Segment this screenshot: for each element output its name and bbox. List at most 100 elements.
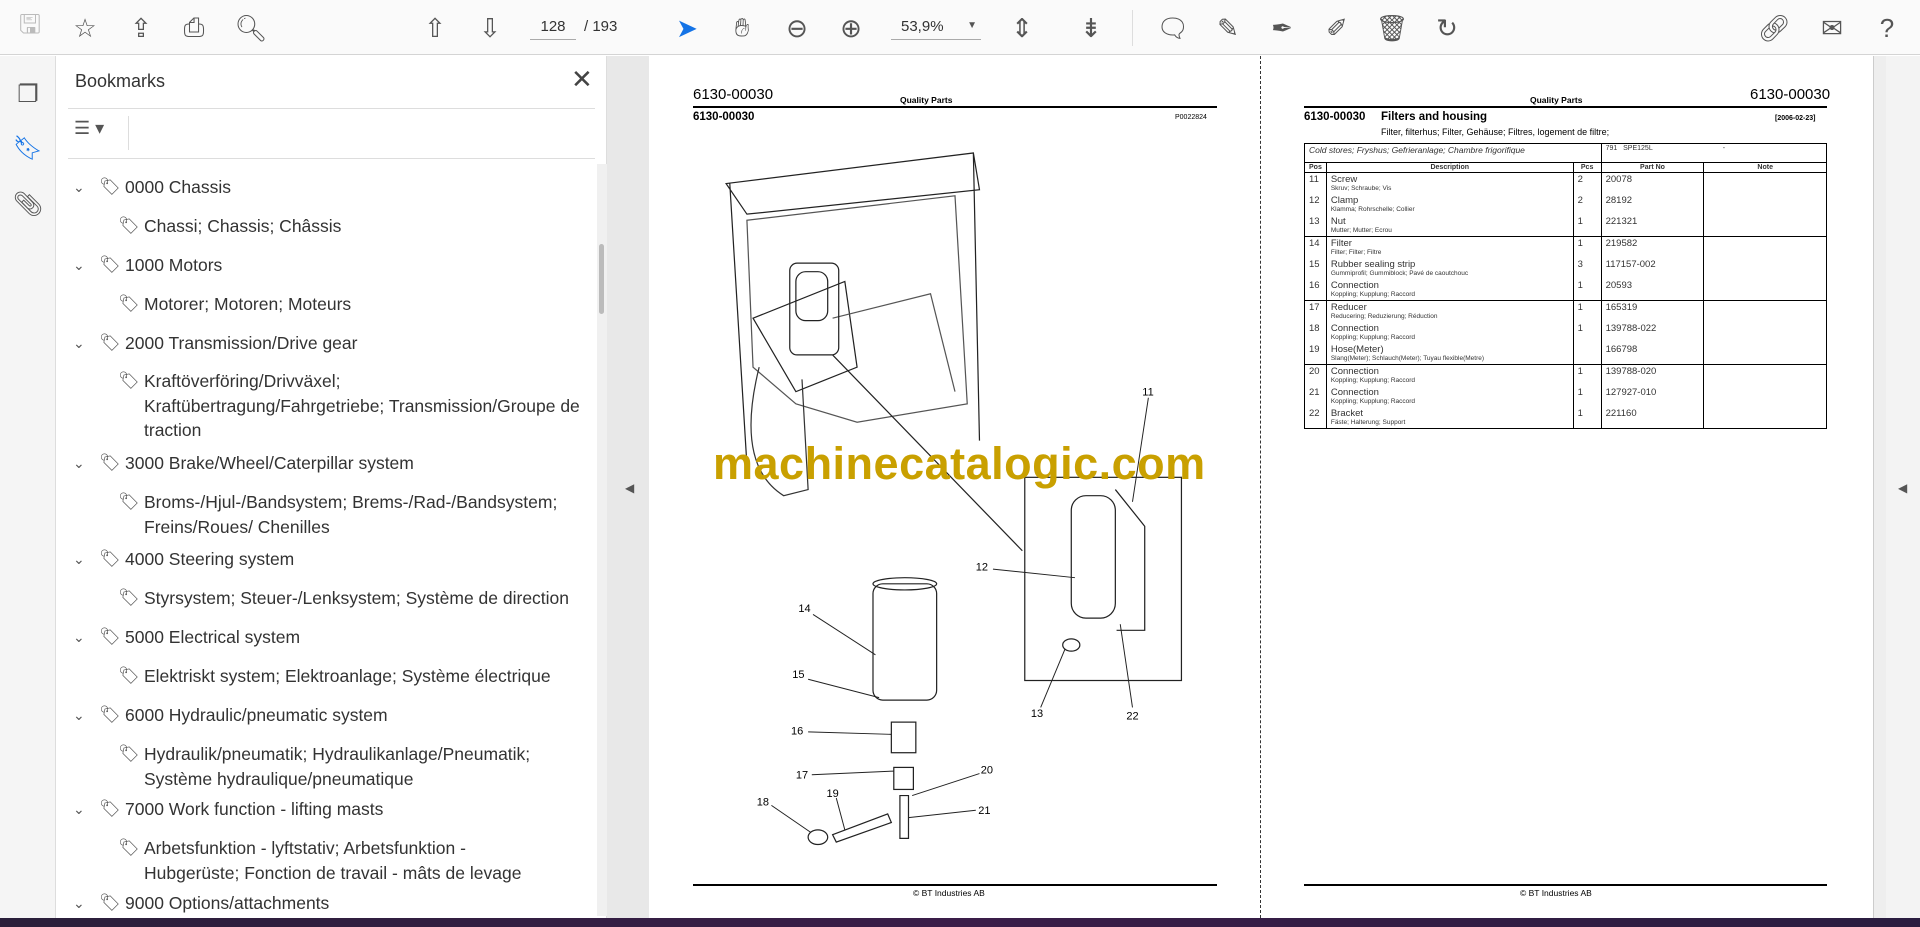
find-icon[interactable]: 🔍︎: [233, 10, 269, 46]
collapse-left-icon[interactable]: ◀: [625, 481, 634, 495]
bookmark-item[interactable]: ⌄ 🏷︎ 6000 Hydraulic/pneumatic system: [73, 703, 388, 728]
highlight-icon[interactable]: ✎: [1210, 10, 1246, 46]
bookmark-label: 6000 Hydraulic/pneumatic system: [125, 705, 388, 725]
callout-16: 16: [791, 725, 803, 737]
left-page-footer: © BT Industries AB: [913, 888, 985, 898]
chevron-down-icon[interactable]: ⌄: [73, 451, 85, 476]
help-icon[interactable]: ?: [1869, 10, 1905, 46]
bookmark-options-button[interactable]: ☰ ▾: [74, 118, 104, 139]
callout-19: 19: [826, 788, 838, 800]
share-link-icon[interactable]: 🔗︎: [1756, 10, 1792, 46]
bookmarks-scrollbar[interactable]: [597, 164, 607, 916]
bookmark-item[interactable]: 🏷︎ Kraftöverföring/Drivväxel; Kraftübertra…: [118, 369, 580, 443]
print-icon[interactable]: ⎙: [176, 10, 212, 46]
bookmark-star-icon[interactable]: ☆: [67, 10, 103, 46]
bookmark-item[interactable]: 🏷︎ Styrsystem; Steuer-/Lenksystem; Systèm…: [118, 586, 569, 611]
pages-icon[interactable]: ❐: [12, 78, 44, 110]
bookmark-label: Freins/Roues/ Chenilles: [144, 516, 330, 537]
bookmark-label: Système hydraulique/pneumatique: [144, 768, 414, 789]
save-icon[interactable]: 🖫: [12, 9, 48, 46]
document-scrollbar[interactable]: [1873, 56, 1886, 918]
comment-icon[interactable]: 🗨︎: [1155, 10, 1191, 46]
bookmark-item[interactable]: ⌄ 🏷︎ 5000 Electrical system: [73, 625, 300, 650]
bookmark-item[interactable]: ⌄ 🏷︎ 9000 Options/attachments: [73, 891, 329, 916]
bookmark-item[interactable]: 🏷︎ Motorer; Motoren; Moteurs: [118, 292, 352, 317]
cell-note: [1703, 279, 1827, 301]
callout-13: 13: [1031, 708, 1043, 720]
bookmark-item[interactable]: ⌄ 🏷︎ 0000 Chassis: [73, 175, 231, 200]
delete-icon[interactable]: 🗑︎: [1374, 10, 1410, 46]
bookmark-item[interactable]: 🏷︎ Chassi; Chassis; Châssis: [118, 214, 341, 239]
bookmark-item[interactable]: ⌄ 🏷︎ 1000 Motors: [73, 253, 223, 278]
section-subtitle: Filter, filterhus; Filter, Gehäuse; Filt…: [1381, 127, 1610, 137]
bookmarks-icon[interactable]: 🔖︎: [12, 132, 44, 164]
chevron-down-icon[interactable]: ⌄: [73, 253, 85, 278]
cell-pcs: 2: [1572, 172, 1602, 194]
hand-icon[interactable]: ✋︎: [724, 10, 760, 46]
expand-right-icon[interactable]: ◀: [1898, 481, 1907, 495]
table-row: 12 Clamp Klamma; Rohrschelle; Collier 2 2819…: [1304, 194, 1827, 215]
select-cursor-icon[interactable]: ➤: [669, 10, 705, 46]
upload-icon[interactable]: ⇪: [123, 10, 159, 46]
right-panel-toggle[interactable]: ◀: [1886, 56, 1920, 918]
fit-page-icon[interactable]: ⇕: [1004, 10, 1040, 46]
bookmark-item[interactable]: 🏷︎ Hydraulik/pneumatik; Hydraulikanlage/P…: [118, 742, 531, 791]
bookmark-label: Motorer; Motoren; Moteurs: [144, 294, 352, 314]
part-translations: Koppling; Kupplung; Raccord: [1330, 377, 1416, 384]
page-up-icon[interactable]: ⇧: [417, 10, 453, 46]
part-name: Filter: [1330, 238, 1352, 249]
cell-description: Rubber sealing strip Gummiprofil; Gummibl…: [1325, 258, 1574, 279]
bookmark-item[interactable]: 🏷︎ Broms-/Hjul-/Bandsystem; Brems-/Rad-/B…: [118, 490, 557, 539]
bookmark-icon: 🏷︎: [99, 177, 121, 196]
zoom-out-icon[interactable]: ⊖: [779, 10, 815, 46]
panel-splitter[interactable]: ◀: [607, 56, 649, 918]
bookmark-label: 1000 Motors: [125, 255, 223, 275]
bookmark-item[interactable]: 🏷︎ Arbetsfunktion - lyftstativ; Arbetsfun…: [118, 836, 521, 885]
chevron-down-icon[interactable]: ⌄: [73, 625, 85, 650]
attachment-icon[interactable]: 📎︎: [12, 188, 44, 220]
zoom-in-icon[interactable]: ⊕: [833, 10, 869, 46]
bookmark-item[interactable]: ⌄ 🏷︎ 2000 Transmission/Drive gear: [73, 331, 357, 356]
cell-pos: 12: [1304, 194, 1327, 215]
cell-part-no: 139788-020: [1600, 364, 1705, 386]
cell-description: Clamp Klamma; Rohrschelle; Collier: [1325, 194, 1574, 215]
sign-icon[interactable]: ✒︎: [1264, 10, 1300, 46]
bookmark-icon: 🏷︎: [99, 705, 121, 724]
bookmark-icon: 🏷︎: [99, 893, 121, 912]
cell-part-no: 221160: [1600, 407, 1705, 429]
cell-note: [1703, 343, 1827, 365]
scroll-mode-icon[interactable]: ⇟: [1073, 10, 1109, 46]
chevron-down-icon[interactable]: ⌄: [73, 797, 85, 822]
page-down-icon[interactable]: ⇩: [472, 10, 508, 46]
bookmark-item[interactable]: ⌄ 🏷︎ 4000 Steering system: [73, 547, 294, 572]
cell-note: [1703, 172, 1827, 194]
chevron-down-icon[interactable]: ⌄: [73, 331, 85, 356]
bookmark-icon: 🏷︎: [99, 255, 121, 274]
bookmark-label: Hydraulik/pneumatik; Hydraulikanlage/Pne…: [144, 744, 531, 764]
rotate-icon[interactable]: ↻: [1429, 10, 1465, 46]
cell-description: Connection Koppling; Kupplung; Raccord: [1325, 322, 1574, 343]
cell-pcs: 3: [1572, 258, 1602, 279]
bookmark-icon: 🏷︎: [118, 216, 140, 235]
callout-20: 20: [981, 765, 993, 777]
edit-pdf-icon[interactable]: ✐: [1319, 10, 1355, 46]
chevron-down-icon[interactable]: ⌄: [73, 891, 85, 916]
email-icon[interactable]: ✉: [1814, 10, 1850, 46]
close-icon[interactable]: ✕: [571, 64, 593, 95]
chevron-down-icon[interactable]: ⌄: [73, 175, 85, 200]
right-page-header: Quality Parts: [1530, 95, 1583, 105]
section-date: [2006-02-23]: [1775, 115, 1816, 122]
chevron-down-icon[interactable]: ⌄: [73, 703, 85, 728]
cell-pos: 18: [1304, 322, 1327, 343]
zoom-select[interactable]: 53,9% ▼: [891, 14, 981, 40]
cell-pos: 17: [1304, 300, 1327, 322]
bookmark-item[interactable]: ⌄ 🏷︎ 3000 Brake/Wheel/Caterpillar system: [73, 451, 414, 476]
scrollbar-thumb[interactable]: [599, 244, 604, 314]
chevron-down-icon[interactable]: ⌄: [73, 547, 85, 572]
page-number-input[interactable]: [530, 14, 576, 40]
bookmark-item[interactable]: ⌄ 🏷︎ 7000 Work function - lifting masts: [73, 797, 383, 822]
bookmark-item[interactable]: 🏷︎ Elektriskt system; Elektroanlage; Syst…: [118, 664, 551, 689]
model-dash: -: [1722, 145, 1726, 152]
callout-22: 22: [1126, 711, 1138, 723]
cell-part-no: 219582: [1600, 236, 1705, 258]
